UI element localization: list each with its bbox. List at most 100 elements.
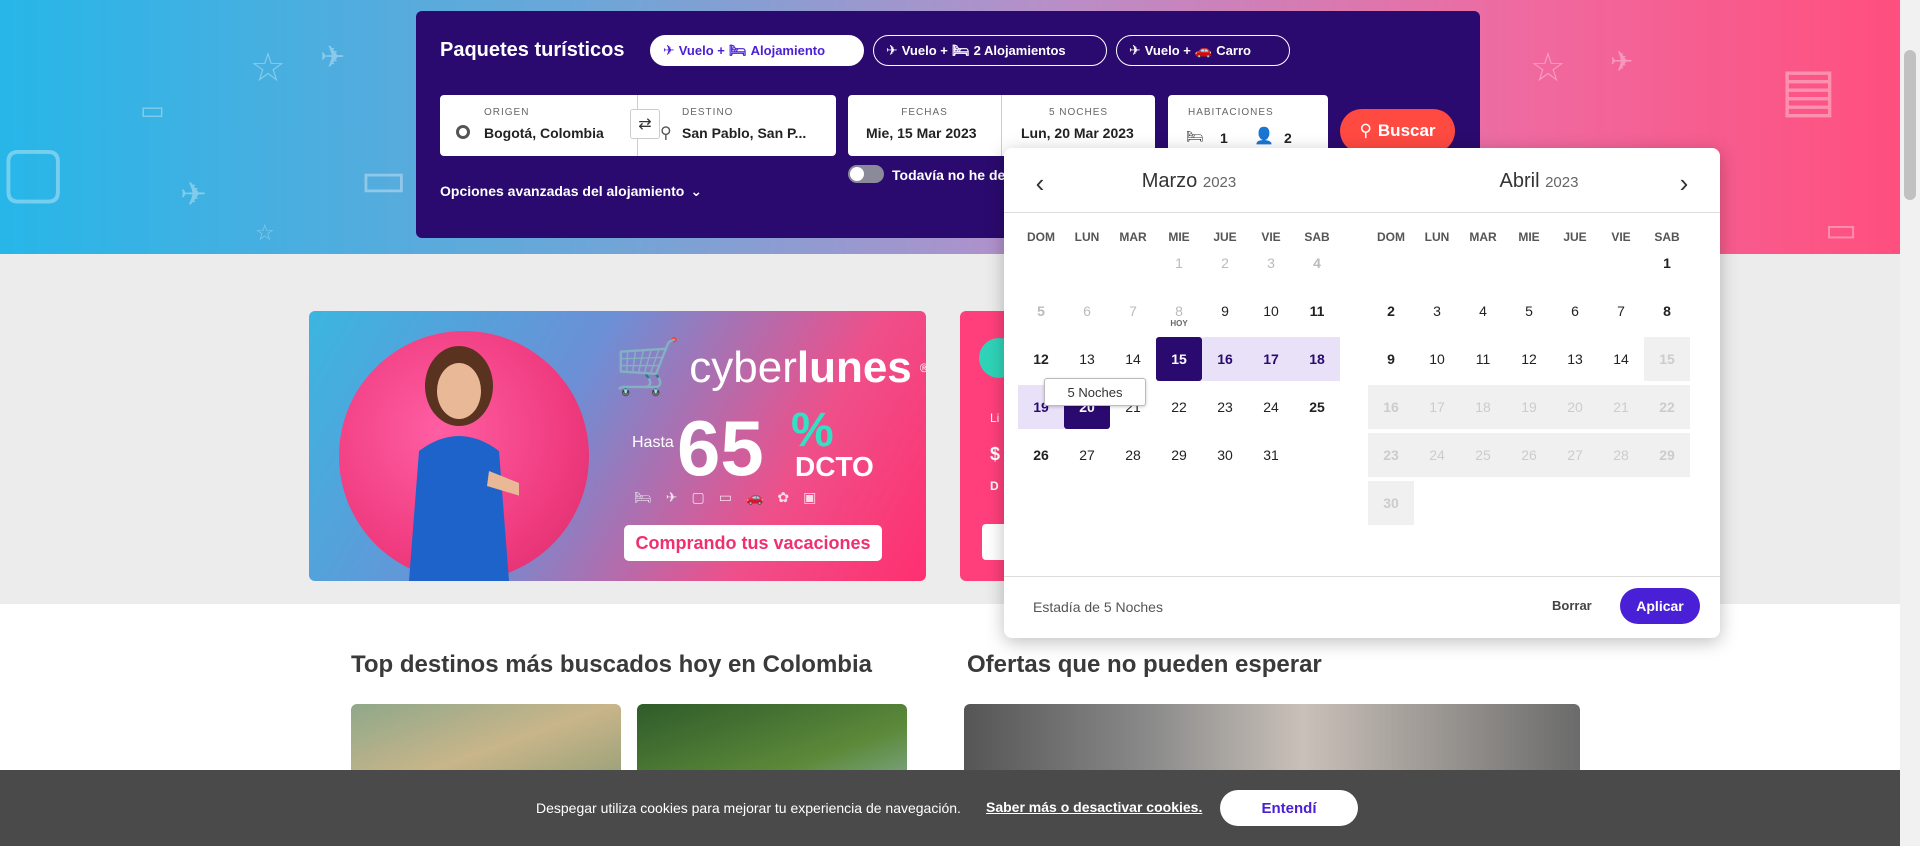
day-marzo-25[interactable]: 25	[1294, 385, 1340, 429]
chevron-down-icon: ⌄	[690, 183, 703, 199]
day-marzo-11[interactable]: 11	[1294, 289, 1340, 333]
day-abril-24: 24	[1414, 433, 1460, 477]
rooms-label: HABITACIONES	[1188, 107, 1274, 118]
day-abril-18: 18	[1460, 385, 1506, 429]
day-abril-16: 16	[1368, 385, 1414, 429]
tab-flight-car[interactable]: ✈ Vuelo + 🚗 Carro	[1116, 35, 1290, 66]
bed-icon: 🛏	[951, 42, 970, 58]
day-abril-11[interactable]: 11	[1460, 337, 1506, 381]
stay-summary: Estadía de 5 Noches	[1033, 599, 1163, 615]
date-picker: ‹ › Marzo 2023 Abril 2023 DOM DOM LUN LUN MA…	[1004, 148, 1720, 638]
banner-2-price: $	[990, 444, 1001, 464]
weekday-header: JUE	[1563, 230, 1587, 244]
plane-icon: ✈	[180, 176, 207, 212]
day-abril-21: 21	[1598, 385, 1644, 429]
day-marzo-27[interactable]: 27	[1064, 433, 1110, 477]
location-pin-icon: ⚲	[660, 125, 672, 142]
destination-field[interactable]: DESTINO ⚲ San Pablo, San P...	[638, 95, 836, 156]
day-abril-8[interactable]: 8	[1644, 289, 1690, 333]
day-marzo-7: 7	[1129, 303, 1137, 319]
day-abril-9[interactable]: 9	[1368, 337, 1414, 381]
date-to-field[interactable]: 5 NOCHES Lun, 20 Mar 2023	[1002, 95, 1155, 156]
day-marzo-14[interactable]: 14	[1110, 337, 1156, 381]
day-marzo-1: 1	[1175, 255, 1183, 271]
rooms-field[interactable]: HABITACIONES 🛏 1 👤 2	[1168, 95, 1328, 156]
bed-icon: ▤	[1780, 56, 1837, 123]
today-label: HOY	[1170, 319, 1188, 328]
page-scrollbar[interactable]	[1900, 0, 1920, 846]
day-abril-6[interactable]: 6	[1552, 289, 1598, 333]
search-button[interactable]: ⚲ Buscar	[1340, 109, 1455, 153]
weekday-header: LUN	[1424, 230, 1450, 244]
undecided-dates-switch[interactable]	[848, 165, 884, 183]
day-abril-22: 22	[1644, 385, 1690, 429]
day-marzo-13[interactable]: 13	[1064, 337, 1110, 381]
day-marzo-2: 2	[1221, 255, 1229, 271]
person-icon: 👤	[1254, 128, 1274, 145]
day-abril-5[interactable]: 5	[1506, 289, 1552, 333]
star-icon: ☆	[250, 46, 286, 90]
day-marzo-30[interactable]: 30	[1202, 433, 1248, 477]
registered-mark: ®	[919, 360, 926, 375]
day-marzo-10[interactable]: 10	[1248, 289, 1294, 333]
day-abril-14[interactable]: 14	[1598, 337, 1644, 381]
cyberlunes-logo: 🛒 cyberlunes ®	[614, 336, 926, 399]
day-abril-1[interactable]: 1	[1644, 241, 1690, 285]
cookie-settings-link[interactable]: Saber más o desactivar cookies.	[986, 799, 1202, 815]
date-to-value: Lun, 20 Mar 2023	[1021, 125, 1134, 141]
day-abril-3[interactable]: 3	[1414, 289, 1460, 333]
weekday-header: DOM	[1027, 230, 1055, 244]
banner-percent: %	[791, 404, 834, 457]
day-marzo-15[interactable]: 15	[1156, 337, 1202, 381]
nights-label: 5 NOCHES	[1048, 107, 1109, 118]
day-abril-30: 30	[1368, 481, 1414, 525]
day-abril-15: 15	[1644, 337, 1690, 381]
month-title-march: Marzo 2023	[1141, 170, 1237, 192]
day-abril-28: 28	[1598, 433, 1644, 477]
day-abril-4[interactable]: 4	[1460, 289, 1506, 333]
day-marzo-12[interactable]: 12	[1018, 337, 1064, 381]
day-marzo-23[interactable]: 23	[1202, 385, 1248, 429]
day-abril-13[interactable]: 13	[1552, 337, 1598, 381]
day-marzo-24[interactable]: 24	[1248, 385, 1294, 429]
advanced-options-label: Opciones avanzadas del alojamiento	[440, 183, 685, 199]
tab-label: Carro	[1216, 43, 1251, 58]
day-marzo-8: 8 HOY	[1156, 289, 1202, 333]
banner-2-text: D	[990, 479, 999, 493]
scrollbar-thumb[interactable]	[1904, 50, 1916, 200]
advanced-options-toggle[interactable]: Opciones avanzadas del alojamiento ⌄	[440, 183, 702, 200]
day-marzo-28[interactable]: 28	[1110, 433, 1156, 477]
day-abril-20: 20	[1552, 385, 1598, 429]
day-abril-10[interactable]: 10	[1414, 337, 1460, 381]
day-marzo-9[interactable]: 9	[1202, 289, 1248, 333]
banner-cta-button[interactable]: Comprando tus vacaciones	[624, 525, 882, 561]
day-marzo-29[interactable]: 29	[1156, 433, 1202, 477]
day-marzo-18[interactable]: 18	[1294, 337, 1340, 381]
dates-fields: FECHAS Mie, 15 Mar 2023 5 NOCHES Lun, 20…	[848, 95, 1155, 156]
day-marzo-26[interactable]: 26	[1018, 433, 1064, 477]
day-marzo-3: 3	[1267, 255, 1275, 271]
day-abril-7[interactable]: 7	[1598, 289, 1644, 333]
month-title-april: Abril 2023	[1499, 170, 1579, 192]
destination-value: San Pablo, San P...	[682, 125, 807, 141]
day-abril-2[interactable]: 2	[1368, 289, 1414, 333]
rooms-value: 1	[1220, 130, 1228, 146]
cyberlunes-banner[interactable]: 🛒 cyberlunes ® Hasta 65 % DCTO 🛏✈▢▭🚗✿▣ C…	[309, 311, 926, 581]
clear-button[interactable]: Borrar	[1552, 598, 1592, 613]
ticket-icon: ▭	[1825, 211, 1858, 249]
tab-label: Alojamiento	[750, 43, 826, 58]
cookie-accept-button[interactable]: Entendí	[1220, 790, 1358, 826]
day-abril-12[interactable]: 12	[1506, 337, 1552, 381]
plane-icon: ✈	[663, 42, 675, 58]
day-marzo-31[interactable]: 31	[1248, 433, 1294, 477]
day-marzo-22[interactable]: 22	[1156, 385, 1202, 429]
day-marzo-16[interactable]: 16	[1202, 337, 1248, 381]
date-from-field[interactable]: FECHAS Mie, 15 Mar 2023	[848, 95, 1001, 156]
nights-tooltip: 5 Noches	[1044, 378, 1146, 406]
apply-button[interactable]: Aplicar	[1620, 588, 1700, 624]
logo-text: cyberlunes	[689, 342, 912, 392]
origin-field[interactable]: ORIGEN Bogotá, Colombia	[440, 95, 637, 156]
tab-flight-hotel[interactable]: ✈ Vuelo + 🛏 Alojamiento	[650, 35, 864, 66]
day-marzo-17[interactable]: 17	[1248, 337, 1294, 381]
tab-flight-two-hotels[interactable]: ✈ Vuelo + 🛏 2 Alojamientos	[873, 35, 1107, 66]
